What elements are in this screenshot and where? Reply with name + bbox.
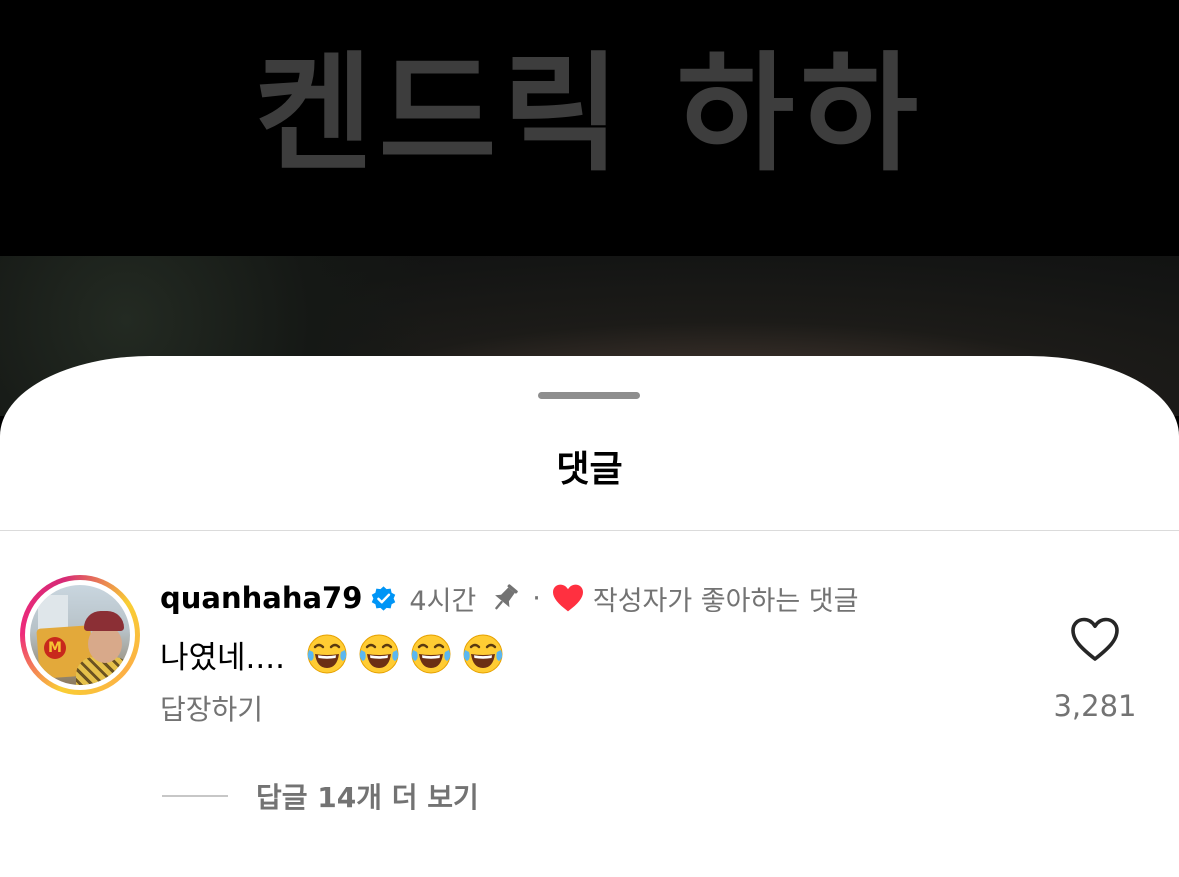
liked-by-author-label: 작성자가 좋아하는 댓글 [592, 585, 859, 617]
avatar-cap [84, 611, 124, 631]
view-replies-button[interactable]: 답글 14개 더 보기 [162, 776, 479, 816]
avatar: M [30, 585, 130, 685]
comment-header: quanhaha79 4시간 · 작성자가 좋아하는 댓글 [160, 578, 858, 618]
laughing-tears-emoji-icon [359, 634, 399, 674]
video-caption: 켄드릭 하하 [254, 40, 925, 189]
sheet-title: 댓글 [556, 449, 623, 490]
separator-dot: · [532, 582, 541, 614]
username[interactable]: quanhaha79 [160, 581, 362, 615]
like-count: 3,281 [1053, 689, 1137, 723]
pin-icon [495, 584, 519, 610]
view-replies-label: 답글 14개 더 보기 [256, 781, 479, 814]
avatar-bag-logo: M [44, 637, 66, 659]
comments-sheet: 댓글 M quanhaha79 4시간 · 작성자가 좋아하는 댓글 나였네..… [0, 356, 1179, 877]
comment-text: 나였네.... [160, 632, 505, 676]
verified-badge-icon [372, 585, 396, 611]
story-ring[interactable]: M [20, 575, 140, 695]
replies-line [162, 795, 228, 797]
comment-time: 4시간 [409, 585, 477, 617]
author-heart-icon [552, 584, 583, 612]
laughing-tears-emoji-icon [307, 634, 347, 674]
laughing-tears-emoji-icon [411, 634, 451, 674]
comment-body: 나였네.... [160, 639, 285, 676]
avatar-border: M [25, 580, 135, 690]
reply-button[interactable]: 답장하기 [160, 692, 263, 728]
header-divider [0, 530, 1179, 531]
laughing-tears-emoji-icon [463, 634, 503, 674]
drag-handle[interactable] [538, 392, 640, 399]
like-heart-icon[interactable] [1069, 616, 1121, 662]
emoji-group [297, 632, 505, 676]
